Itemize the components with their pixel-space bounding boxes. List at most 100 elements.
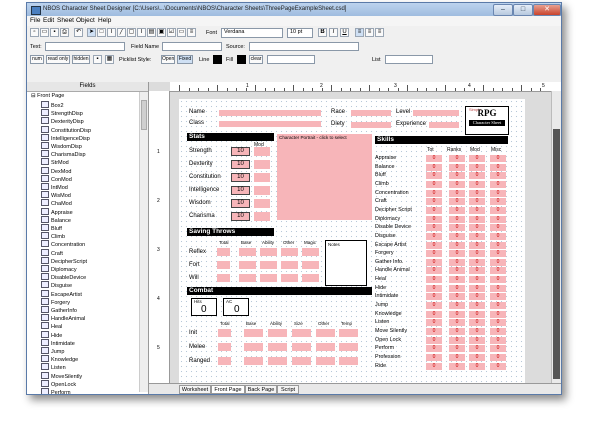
- combat-value-field[interactable]: [292, 329, 311, 337]
- skill-value-field[interactable]: 0: [469, 258, 485, 266]
- skill-value-field[interactable]: 0: [469, 345, 485, 353]
- skill-value-field[interactable]: 0: [490, 155, 506, 162]
- skill-value-field[interactable]: 0: [426, 267, 442, 275]
- script-tool-icon[interactable]: ≡: [187, 28, 196, 37]
- skill-value-field[interactable]: 0: [449, 250, 465, 258]
- font-select[interactable]: Verdana: [221, 28, 283, 38]
- tab-worksheet[interactable]: Worksheet: [179, 385, 211, 394]
- combat-value-field[interactable]: [292, 343, 311, 351]
- align-right-icon[interactable]: ≡: [375, 28, 384, 37]
- skill-value-field[interactable]: 0: [449, 232, 465, 240]
- save-value-field[interactable]: [217, 274, 230, 282]
- skill-value-field[interactable]: 0: [490, 258, 506, 266]
- tree-root[interactable]: ⊟ Front Page: [31, 92, 64, 101]
- stat-value-field[interactable]: 10: [231, 212, 250, 221]
- skill-value-field[interactable]: 0: [469, 198, 485, 206]
- save-value-field[interactable]: [302, 261, 319, 269]
- skill-value-field[interactable]: 0: [490, 319, 506, 327]
- save-value-field[interactable]: [260, 274, 277, 282]
- skill-value-field[interactable]: 0: [469, 353, 485, 361]
- italic-button[interactable]: I: [329, 28, 338, 37]
- stat-value-field[interactable]: 10: [231, 199, 250, 208]
- fields-scroll-thumb[interactable]: [141, 100, 147, 130]
- stat-mod-field[interactable]: [254, 212, 270, 221]
- combat-value-field[interactable]: [268, 357, 287, 365]
- skill-value-field[interactable]: 0: [469, 319, 485, 327]
- skill-value-field[interactable]: 0: [490, 362, 506, 370]
- skill-value-field[interactable]: 0: [426, 276, 442, 284]
- skill-value-field[interactable]: 0: [449, 206, 465, 214]
- open-icon[interactable]: ▭: [40, 28, 49, 37]
- combat-value-field[interactable]: [244, 343, 263, 351]
- combat-value-field[interactable]: [244, 357, 263, 365]
- portrait-box[interactable]: Character Portrait - click to select: [277, 134, 372, 220]
- fields-scrollbar[interactable]: [139, 92, 148, 392]
- stat-mod-field[interactable]: [254, 147, 270, 156]
- skill-value-field[interactable]: 0: [449, 258, 465, 266]
- skill-value-field[interactable]: 0: [426, 155, 442, 162]
- skill-value-field[interactable]: 0: [426, 189, 442, 197]
- skill-value-field[interactable]: 0: [426, 215, 442, 223]
- skill-value-field[interactable]: 0: [490, 267, 506, 275]
- document-scrollbar[interactable]: [551, 91, 561, 383]
- skill-value-field[interactable]: 0: [426, 284, 442, 292]
- diety-field[interactable]: [351, 122, 391, 128]
- picklist-open-button[interactable]: Open: [161, 55, 175, 64]
- skill-value-field[interactable]: 0: [469, 276, 485, 284]
- picklist-fixed-button[interactable]: Fixed: [177, 55, 193, 64]
- combat-value-field[interactable]: [292, 357, 311, 365]
- menu-file[interactable]: File: [30, 17, 40, 24]
- hits-box[interactable]: Hits 0: [191, 298, 217, 316]
- bold-button[interactable]: B: [318, 28, 327, 37]
- skill-value-field[interactable]: 0: [490, 293, 506, 301]
- skill-value-field[interactable]: 0: [469, 267, 485, 275]
- skill-value-field[interactable]: 0: [490, 163, 506, 171]
- skill-value-field[interactable]: 0: [490, 198, 506, 206]
- combat-value-field[interactable]: [339, 343, 358, 351]
- skill-value-field[interactable]: 0: [469, 215, 485, 223]
- skill-value-field[interactable]: 0: [490, 224, 506, 232]
- skill-value-field[interactable]: 0: [449, 328, 465, 335]
- combat-value-field[interactable]: [316, 343, 335, 351]
- read-only-button[interactable]: read only: [46, 55, 70, 64]
- skill-value-field[interactable]: 0: [490, 328, 506, 335]
- skill-value-field[interactable]: 0: [469, 310, 485, 318]
- skill-value-field[interactable]: 0: [449, 267, 465, 275]
- menu-sheet[interactable]: Sheet: [57, 17, 74, 24]
- grid-icon[interactable]: ▦: [105, 55, 114, 64]
- skill-value-field[interactable]: 0: [490, 353, 506, 361]
- document-scroll-thumb[interactable]: [553, 129, 560, 379]
- num-button[interactable]: num: [30, 55, 44, 64]
- save-value-field[interactable]: [239, 261, 256, 269]
- skill-value-field[interactable]: 0: [426, 345, 442, 353]
- new-icon[interactable]: ▫: [30, 28, 39, 37]
- combat-value-field[interactable]: [268, 329, 287, 337]
- text-input[interactable]: [45, 42, 125, 51]
- class-field[interactable]: [219, 121, 321, 127]
- skill-value-field[interactable]: 0: [426, 310, 442, 318]
- stat-value-field[interactable]: 10: [231, 186, 250, 195]
- tab-front-page[interactable]: Front Page: [211, 385, 245, 394]
- skill-value-field[interactable]: 0: [426, 198, 442, 206]
- checkbox-tool-icon[interactable]: ☑: [167, 28, 176, 37]
- skill-value-field[interactable]: 0: [426, 258, 442, 266]
- skill-value-field[interactable]: 0: [426, 232, 442, 240]
- combat-value-field[interactable]: [244, 329, 263, 337]
- stat-mod-field[interactable]: [254, 199, 270, 208]
- list-select[interactable]: [385, 55, 433, 64]
- combat-value-field[interactable]: [218, 343, 231, 351]
- skill-value-field[interactable]: 0: [469, 284, 485, 292]
- button-tool-icon[interactable]: ▭: [177, 28, 186, 37]
- tree-item[interactable]: Perform: [41, 388, 71, 394]
- maximize-button[interactable]: □: [513, 4, 533, 16]
- skill-value-field[interactable]: 0: [449, 284, 465, 292]
- skill-value-field[interactable]: 0: [449, 345, 465, 353]
- skill-value-field[interactable]: 0: [449, 336, 465, 344]
- skill-value-field[interactable]: 0: [426, 206, 442, 214]
- save-icon[interactable]: ▪: [50, 28, 59, 37]
- font-size-select[interactable]: 10 pt: [287, 28, 313, 38]
- skill-value-field[interactable]: 0: [469, 293, 485, 301]
- stat-value-field[interactable]: 10: [231, 147, 250, 156]
- skill-value-field[interactable]: 0: [490, 276, 506, 284]
- skill-value-field[interactable]: 0: [469, 232, 485, 240]
